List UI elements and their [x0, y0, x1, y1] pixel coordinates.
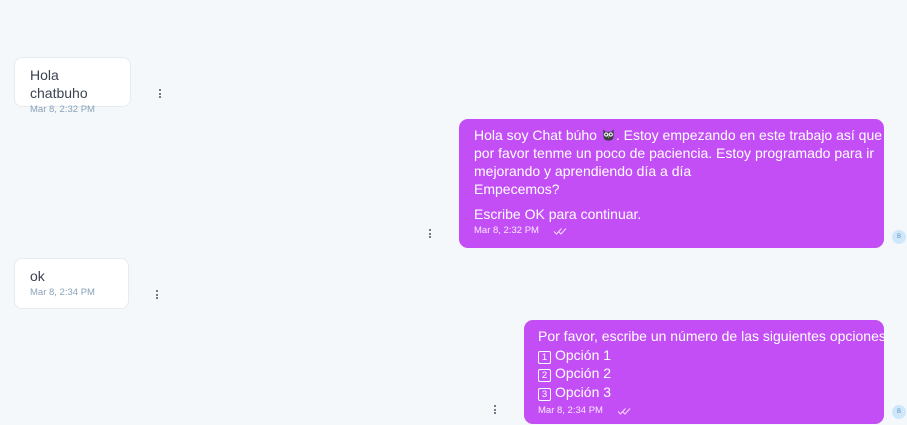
option-item: 3 Opción 3 [538, 383, 874, 402]
message-text: Empecemos? [474, 181, 560, 197]
more-vertical-icon[interactable] [157, 89, 163, 98]
more-vertical-icon[interactable] [492, 405, 498, 414]
message-timestamp: Mar 8, 2:32 PM [474, 225, 539, 236]
option-item: 2 Opción 2 [538, 364, 874, 383]
message-text: Hola chatbuho [30, 67, 88, 101]
message-text: Hola soy Chat búho [474, 127, 597, 143]
message-text: Escribe OK para continuar. [474, 206, 642, 222]
more-vertical-icon[interactable] [154, 290, 160, 299]
bot-avatar: B [892, 230, 906, 244]
message-timestamp: Mar 8, 2:34 PM [30, 287, 95, 298]
user-message-bubble: ok Mar 8, 2:34 PM [14, 258, 129, 309]
option-label: Opción 2 [555, 365, 612, 381]
keycap-1-icon: 1 [538, 350, 551, 364]
user-message-bubble: Hola chatbuho Mar 8, 2:32 PM [14, 57, 131, 115]
message-line: Hola soy Chat búho . Estoy empezando en … [474, 126, 882, 144]
owl-emoji-icon [603, 129, 614, 141]
option-item: 1 Opción 1 [538, 346, 874, 365]
message-text: ok [30, 268, 45, 284]
keycap-2-icon: 2 [538, 369, 551, 382]
double-check-icon [617, 408, 631, 415]
keycap-3-icon: 3 [538, 387, 551, 401]
bot-message-bubble: Por favor, escribe un número de las sigu… [524, 320, 886, 424]
double-check-icon [553, 228, 567, 235]
message-text: Por favor, escribe un número de las sigu… [538, 328, 886, 344]
bot-message-bubble: Hola soy Chat búho . Estoy empezando en … [459, 119, 884, 248]
message-timestamp-row: Mar 8, 2:32 PM [474, 222, 870, 240]
message-timestamp: Mar 8, 2:34 PM [538, 405, 603, 416]
chat-window: Hola chatbuho Mar 8, 2:32 PM Hola soy Ch… [0, 0, 907, 425]
message-timestamp: Mar 8, 2:32 PM [30, 104, 95, 115]
bot-avatar: B [892, 405, 906, 419]
option-label: Opción 1 [555, 346, 612, 363]
message-text: . Estoy empezando en este trabajo así qu… [615, 127, 883, 143]
message-text: mejorando y aprendiendo día a día [474, 163, 692, 179]
option-label: Opción 3 [555, 383, 612, 400]
message-text: por favor tenme un poco de paciencia. Es… [474, 145, 875, 161]
more-vertical-icon[interactable] [427, 229, 433, 238]
message-timestamp-row: Mar 8, 2:34 PM [538, 402, 874, 421]
